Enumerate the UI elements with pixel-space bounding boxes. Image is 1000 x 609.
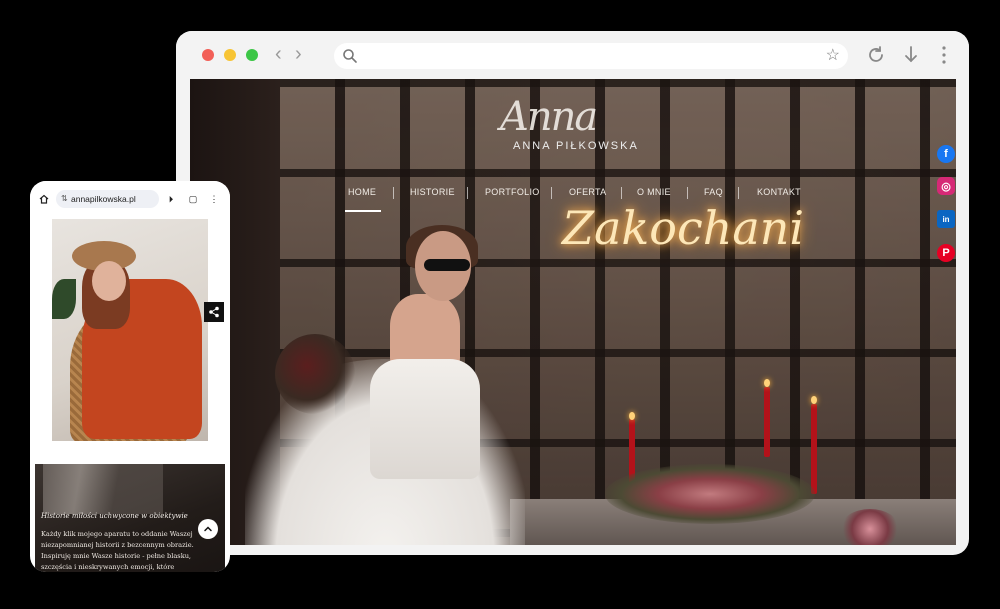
plant-leaf-image bbox=[52, 279, 76, 319]
flower-vase-image bbox=[840, 509, 900, 545]
neon-sign-text: Zakochani bbox=[562, 201, 805, 255]
nav-item-home[interactable]: HOME bbox=[348, 187, 376, 197]
candle-image bbox=[764, 387, 770, 457]
forward-arrow-icon[interactable]: › bbox=[295, 42, 302, 66]
site-settings-icon[interactable]: ⇅ bbox=[61, 194, 68, 204]
stories-title: Historie miłości uchwycone w obiektywie bbox=[41, 512, 188, 520]
logo-script-text: Anna bbox=[500, 94, 598, 140]
mockup-stage: ‹ › ☆ Zakochani Anna ANNA PIŁKOWSKA HOME… bbox=[0, 0, 1000, 609]
nav-separator bbox=[687, 187, 688, 199]
flower-arrangement-image bbox=[605, 464, 815, 524]
instagram-icon[interactable]: ◎ bbox=[937, 177, 955, 195]
face-image bbox=[92, 261, 126, 301]
sunglasses-image bbox=[424, 259, 470, 271]
nav-item-oferta[interactable]: OFERTA bbox=[569, 187, 606, 197]
share-glyph bbox=[209, 306, 219, 318]
candle-flame bbox=[811, 396, 817, 404]
nav-item-kontakt[interactable]: KONTAKT bbox=[757, 187, 801, 197]
scroll-to-top-button[interactable] bbox=[198, 519, 218, 539]
play-icon[interactable]: ⏵ bbox=[165, 193, 177, 205]
search-icon bbox=[343, 49, 357, 63]
website-hero: Zakochani Anna ANNA PIŁKOWSKA HOME HISTO… bbox=[190, 79, 956, 545]
reload-icon[interactable] bbox=[865, 44, 887, 66]
kebab-menu-icon[interactable]: ⋮ bbox=[208, 193, 220, 205]
stories-background-image bbox=[43, 464, 163, 514]
nav-separator bbox=[551, 187, 552, 199]
minimize-window-button[interactable] bbox=[224, 49, 236, 61]
active-nav-indicator bbox=[345, 210, 381, 212]
nav-item-o-mnie[interactable]: O MNIE bbox=[637, 187, 671, 197]
tabs-icon[interactable]: ▢ bbox=[187, 193, 199, 205]
desktop-browser-window: ‹ › ☆ Zakochani Anna ANNA PIŁKOWSKA HOME… bbox=[176, 31, 969, 555]
candle-flame bbox=[764, 379, 770, 387]
back-arrow-icon[interactable]: ‹ bbox=[275, 42, 282, 66]
nav-item-portfolio[interactable]: PORTFOLIO bbox=[485, 187, 540, 197]
kebab-menu-icon[interactable] bbox=[933, 44, 955, 66]
facebook-icon[interactable]: f bbox=[937, 145, 955, 163]
pinterest-icon[interactable]: P bbox=[937, 244, 955, 262]
browser-toolbar: ‹ › ☆ bbox=[176, 31, 969, 81]
mobile-phone-frame: ⇅ annapilkowska.pl ⏵ ▢ ⋮ Historie miłośc… bbox=[30, 181, 230, 572]
share-icon[interactable] bbox=[204, 302, 224, 322]
linkedin-icon[interactable]: in bbox=[937, 210, 955, 228]
site-logo[interactable]: Anna ANNA PIŁKOWSKA bbox=[490, 94, 660, 172]
close-window-button[interactable] bbox=[202, 49, 214, 61]
nav-item-faq[interactable]: FAQ bbox=[704, 187, 723, 197]
bouquet-image bbox=[275, 334, 355, 414]
home-icon[interactable] bbox=[39, 194, 49, 204]
address-bar[interactable]: ☆ bbox=[334, 43, 848, 69]
logo-wordmark: ANNA PIŁKOWSKA bbox=[513, 140, 639, 152]
nav-separator bbox=[467, 187, 468, 199]
site-navigation: HOME HISTORIE PORTFOLIO OFERTA O MNIE FA… bbox=[340, 187, 810, 207]
bride-bodice-image bbox=[370, 359, 480, 479]
stories-body-text: Każdy klik mojego aparatu to oddanie Was… bbox=[41, 530, 194, 571]
mobile-url-text: annapilkowska.pl bbox=[71, 194, 136, 204]
nav-item-historie[interactable]: HISTORIE bbox=[410, 187, 455, 197]
bookmark-star-icon[interactable]: ☆ bbox=[826, 46, 840, 66]
mobile-browser-toolbar: ⇅ annapilkowska.pl ⏵ ▢ ⋮ bbox=[30, 181, 230, 217]
nav-separator bbox=[738, 187, 739, 199]
nav-separator bbox=[393, 187, 394, 199]
nav-separator bbox=[621, 187, 622, 199]
chevron-up-icon bbox=[204, 526, 212, 532]
candle-image bbox=[811, 404, 817, 494]
download-icon[interactable] bbox=[900, 44, 922, 66]
mobile-address-bar[interactable]: ⇅ annapilkowska.pl bbox=[56, 190, 159, 208]
candle-flame bbox=[629, 412, 635, 420]
portrait-photo bbox=[52, 219, 208, 441]
stories-section: Historie miłości uchwycone w obiektywie … bbox=[35, 464, 225, 572]
maximize-window-button[interactable] bbox=[246, 49, 258, 61]
